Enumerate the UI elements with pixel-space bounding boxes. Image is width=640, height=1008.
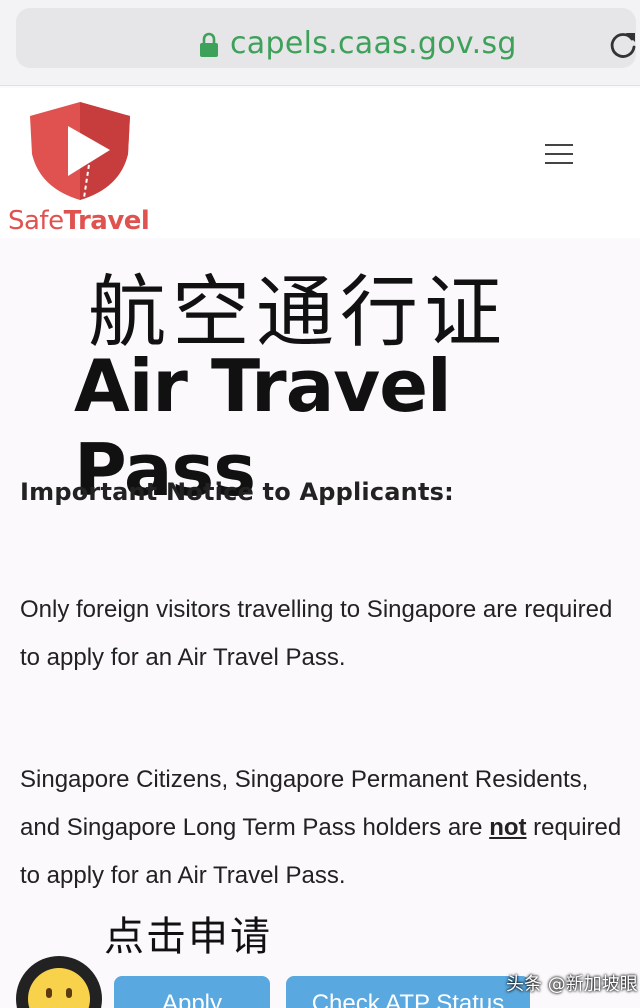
- notice-paragraph-2: Singapore Citizens, Singapore Permanent …: [20, 756, 630, 900]
- notice-paragraph-1: Only foreign visitors travelling to Sing…: [20, 596, 613, 671]
- apply-button[interactable]: Apply: [114, 976, 270, 1008]
- reload-icon[interactable]: [608, 30, 638, 60]
- lock-icon: [200, 32, 218, 57]
- safetravel-logo-icon[interactable]: [24, 96, 136, 204]
- browser-address-bar: capels.caas.gov.sg: [0, 0, 640, 86]
- site-header: SafeTravel: [0, 88, 640, 238]
- url-text: capels.caas.gov.sg: [230, 26, 517, 61]
- watermark-text: 头条 @新加坡眼: [506, 974, 638, 995]
- logo-safe-text: Safe: [8, 206, 64, 236]
- smiley-face-icon: [16, 956, 102, 1008]
- logo-wordmark[interactable]: SafeTravel: [8, 206, 150, 236]
- check-atp-status-button[interactable]: Check ATP Status: [286, 976, 530, 1008]
- url-field[interactable]: capels.caas.gov.sg: [16, 8, 636, 68]
- notice-emphasis-not: not: [489, 814, 527, 841]
- notice-heading: Important Notice to Applicants:: [20, 478, 454, 506]
- hamburger-menu-icon[interactable]: [545, 144, 573, 166]
- logo-travel-text: Travel: [63, 206, 150, 236]
- apply-caption-chinese: 点击申请: [104, 914, 272, 960]
